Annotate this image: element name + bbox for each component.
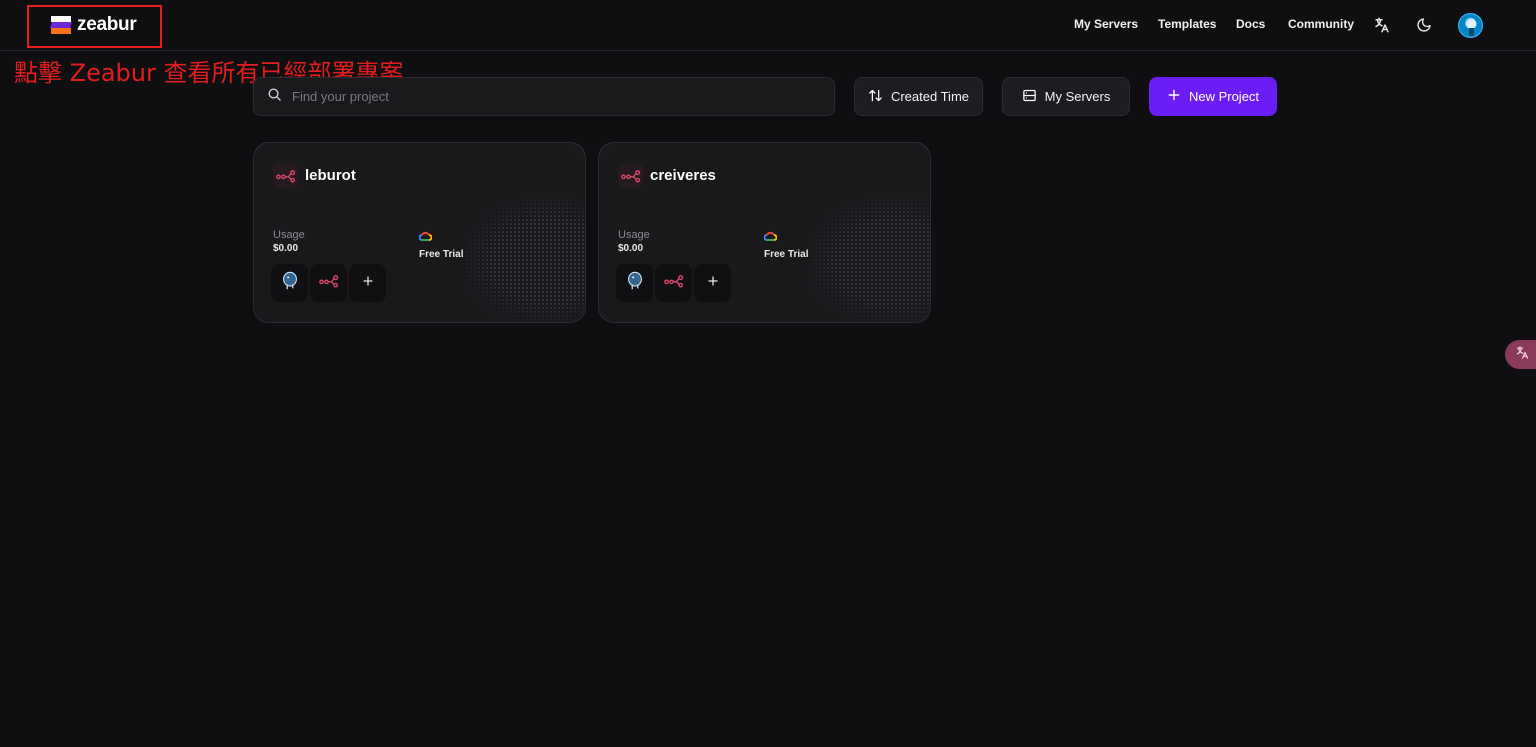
translate-icon [1515, 345, 1530, 365]
my-servers-button[interactable]: My Servers [1002, 77, 1130, 116]
translate-icon[interactable] [1372, 15, 1392, 35]
nav-community[interactable]: Community [1288, 17, 1354, 31]
search-input[interactable] [292, 89, 792, 104]
search-box[interactable] [253, 77, 835, 116]
usage-value: $0.00 [273, 243, 299, 254]
nav-docs[interactable]: Docs [1236, 17, 1265, 31]
service-list [616, 264, 731, 302]
plan-label: Free Trial [419, 249, 464, 260]
usage-label: Usage [618, 229, 650, 241]
plus-icon [362, 274, 374, 292]
plan-label: Free Trial [764, 249, 809, 260]
service-connection-icon [273, 163, 298, 188]
service-connection-icon [618, 163, 643, 188]
project-card-creiveres[interactable]: creiveres Usage $0.00 Free Trial [598, 142, 931, 323]
avatar[interactable] [1458, 13, 1483, 38]
my-servers-button-label: My Servers [1044, 89, 1111, 104]
nav-my-servers[interactable]: My Servers [1074, 17, 1138, 31]
zeabur-logo[interactable]: zeabur [49, 14, 137, 36]
world-map-graphic [810, 198, 930, 322]
logo-text: zeabur [77, 14, 137, 35]
service-connection-icon [318, 274, 339, 293]
add-service-button[interactable] [349, 264, 386, 302]
google-cloud-icon [763, 229, 778, 247]
postgresql-service-button[interactable] [271, 264, 308, 302]
connector-service-button[interactable] [310, 264, 347, 302]
translate-extension-button[interactable] [1505, 340, 1536, 369]
project-name: creiveres [650, 167, 716, 184]
postgresql-icon [279, 270, 301, 297]
new-project-button-label: New Project [1188, 89, 1260, 104]
search-icon [267, 87, 282, 107]
postgresql-icon [624, 270, 646, 297]
world-map-graphic [465, 198, 585, 322]
add-service-button[interactable] [694, 264, 731, 302]
project-card-leburot[interactable]: leburot Usage $0.00 Free Trial [253, 142, 586, 323]
plus-icon [1167, 88, 1181, 105]
new-project-button[interactable]: New Project [1149, 77, 1277, 116]
sort-arrows-icon [868, 88, 883, 106]
zeabur-logo-icon [49, 16, 73, 34]
google-cloud-icon [418, 229, 433, 247]
usage-value: $0.00 [618, 243, 644, 254]
plus-icon [707, 274, 719, 292]
moon-icon[interactable] [1414, 15, 1434, 35]
service-connection-icon [663, 274, 684, 293]
plan-info: Free Trial [418, 229, 464, 260]
plan-info: Free Trial [763, 229, 809, 260]
sort-button-label: Created Time [890, 89, 970, 104]
project-name: leburot [305, 167, 356, 184]
nav-templates[interactable]: Templates [1158, 17, 1216, 31]
service-list [271, 264, 386, 302]
usage-label: Usage [273, 229, 305, 241]
connector-service-button[interactable] [655, 264, 692, 302]
server-icon [1022, 88, 1037, 106]
postgresql-service-button[interactable] [616, 264, 653, 302]
sort-button[interactable]: Created Time [854, 77, 983, 116]
